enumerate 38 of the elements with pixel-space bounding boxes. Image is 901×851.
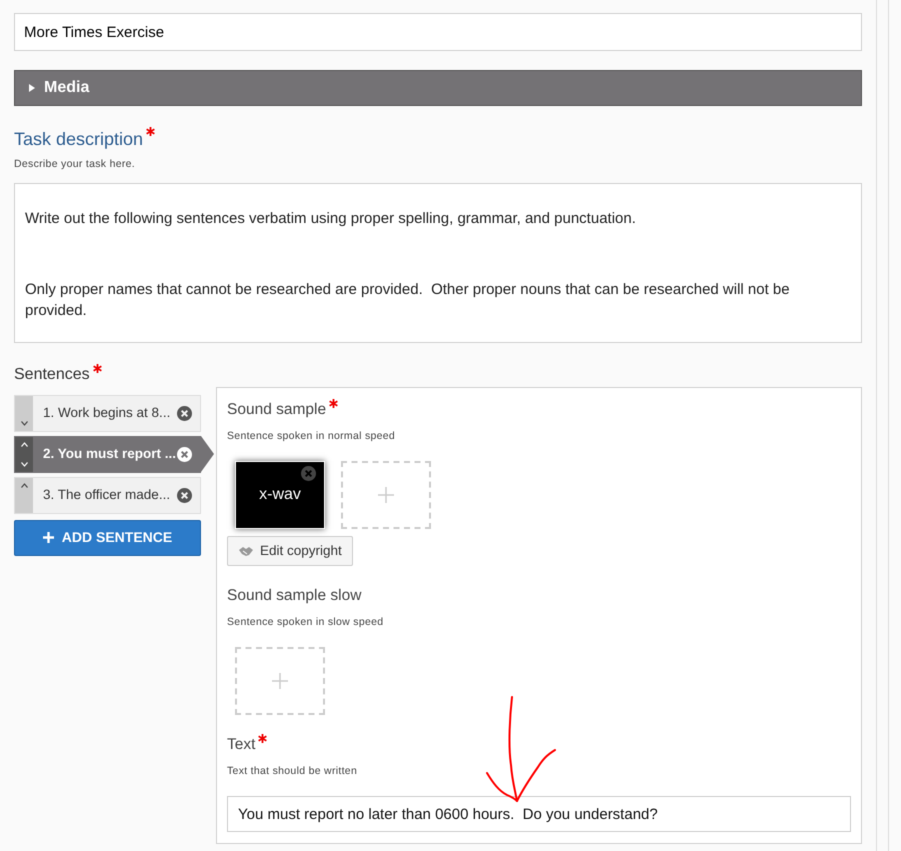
plus-icon: [272, 673, 288, 689]
media-panel-title: Media: [44, 78, 90, 98]
title-input-field[interactable]: More Times Exercise: [14, 13, 862, 51]
paragraph: Only proper names that cannot be researched are provided. Other proper nouns that can be researched will not be provided.: [25, 280, 791, 321]
file-type-label: x-wav: [259, 484, 301, 505]
task-description-textarea[interactable]: [14, 182, 862, 343]
sentence-list-item[interactable]: 3. The officer made...: [14, 476, 201, 514]
field-label: Sound sample slow: [227, 586, 362, 606]
media-panel-header[interactable]: Media: [14, 70, 862, 106]
add-file-tile[interactable]: [341, 460, 431, 529]
drag-handle[interactable]: [15, 396, 33, 431]
sentence-list-item[interactable]: 1. Work begins at 8...: [14, 394, 201, 432]
field-help-text: Text that should be written: [227, 764, 358, 780]
drag-handle[interactable]: [15, 478, 33, 513]
paragraph: Write out the following sentences verbatim using proper spelling, grammar, and punctuation.: [25, 208, 637, 229]
field-help-text: Describe your task here.: [14, 157, 136, 172]
remove-icon[interactable]: [177, 488, 192, 503]
remove-icon[interactable]: [177, 406, 192, 421]
plus-icon: [378, 486, 394, 503]
sentence-label: 1. Work begins at 8...: [43, 404, 170, 422]
plus-icon: [42, 532, 54, 544]
field-label: Sentences: [14, 364, 90, 385]
text-input-field[interactable]: You must report no later than 0600 hours. Do you understand?: [227, 796, 851, 832]
add-sentence-button[interactable]: ADD SENTENCE: [14, 520, 201, 556]
chevron-up-icon[interactable]: [20, 482, 28, 488]
edit-copyright-button[interactable]: Edit copyright: [227, 536, 353, 566]
sentence-label: 2. You must report ...: [43, 445, 176, 464]
field-help-text: Sentence spoken in normal speed: [227, 429, 396, 444]
field-label: Sound sample: [227, 400, 326, 420]
sentence-label: 3. The officer made...: [43, 486, 170, 504]
field-label: Text: [227, 735, 256, 755]
handshake-icon: [238, 544, 254, 557]
add-file-tile[interactable]: [235, 647, 325, 715]
remove-icon[interactable]: [177, 446, 192, 462]
audio-file-tile[interactable]: x-wav: [235, 460, 325, 529]
field-label: Task description: [14, 128, 144, 151]
field-help-text: Sentence spoken in slow speed: [227, 615, 384, 630]
chevron-down-icon[interactable]: [20, 420, 28, 426]
